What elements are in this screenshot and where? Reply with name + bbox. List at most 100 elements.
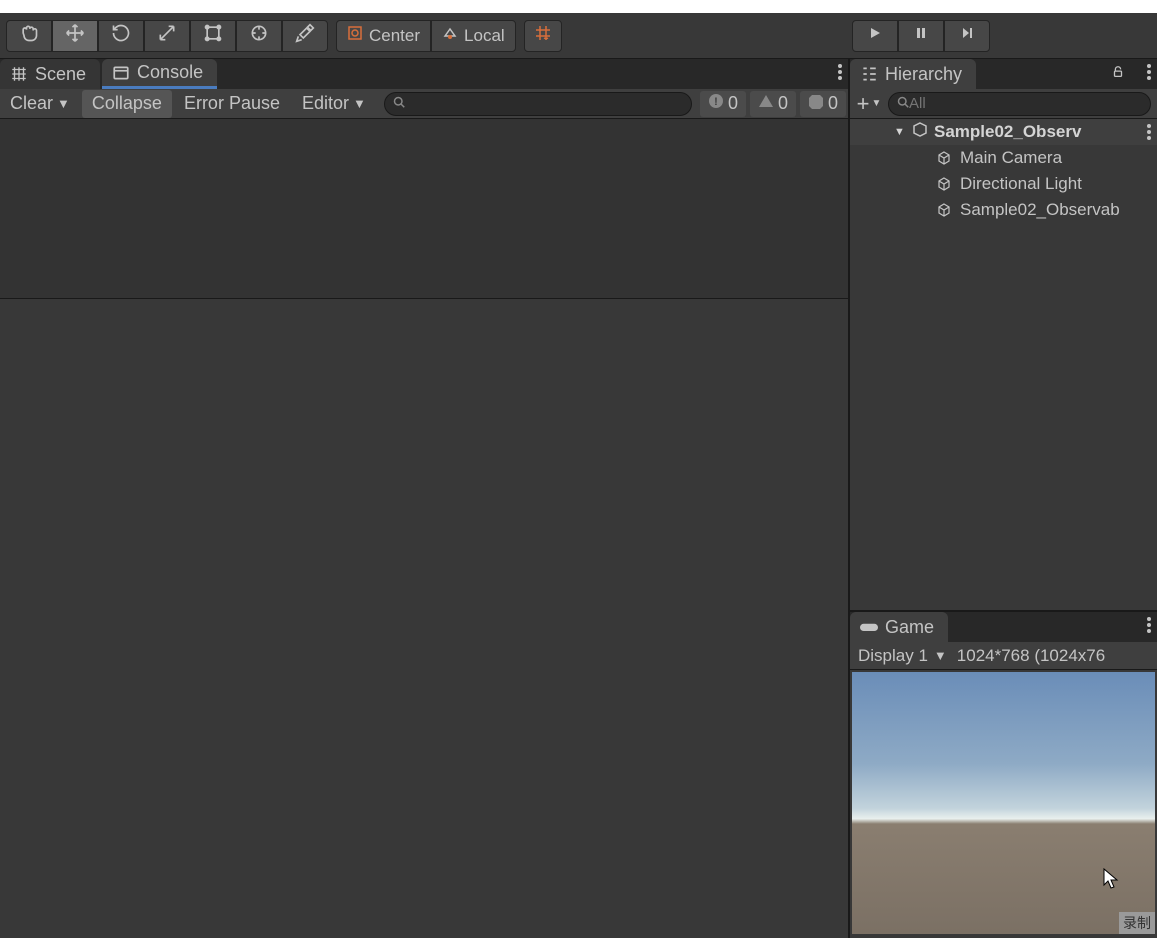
pivot-mode-button[interactable]: Center xyxy=(336,20,431,52)
kebab-icon xyxy=(1147,124,1151,140)
display-dropdown[interactable]: Display 1 ▼ xyxy=(858,646,947,666)
info-icon: ! xyxy=(708,93,724,114)
console-clear-button[interactable]: Clear ▼ xyxy=(0,90,80,118)
game-tabbar: Game xyxy=(850,612,1157,642)
tab-game-label: Game xyxy=(885,617,934,638)
game-viewport[interactable]: 录制 xyxy=(852,672,1155,934)
game-panel: Game Display 1 ▼ 1024*768 (1024x76 录制 xyxy=(850,610,1157,938)
foldout-arrow-icon[interactable]: ▼ xyxy=(894,126,905,138)
console-error-pause-toggle[interactable]: Error Pause xyxy=(174,90,290,118)
console-collapse-toggle[interactable]: Collapse xyxy=(82,90,172,118)
kebab-icon xyxy=(1147,64,1151,80)
gameobject-icon xyxy=(936,202,952,218)
console-error-count[interactable]: 0 xyxy=(800,91,846,117)
hierarchy-icon xyxy=(860,65,878,83)
handle-label: Local xyxy=(464,26,505,46)
tab-scene-label: Scene xyxy=(35,64,86,85)
display-label: Display 1 xyxy=(858,646,928,666)
hand-icon xyxy=(19,23,39,48)
panel-menu-button[interactable] xyxy=(838,64,842,80)
scale-icon xyxy=(157,23,177,48)
scene-item-menu xyxy=(1147,124,1151,140)
game-panel-menu[interactable] xyxy=(1147,617,1151,633)
game-toolbar: Display 1 ▼ 1024*768 (1024x76 xyxy=(850,642,1157,670)
hierarchy-item-label: Sample02_Observab xyxy=(960,200,1120,220)
scale-tool[interactable] xyxy=(144,20,190,52)
pivot-label: Center xyxy=(369,26,420,46)
grid-snap-button[interactable] xyxy=(524,20,562,52)
hierarchy-item[interactable]: Directional Light xyxy=(850,171,1157,197)
cursor-icon xyxy=(1102,867,1122,891)
play-button[interactable] xyxy=(852,20,898,52)
resolution-label: 1024*768 (1024x76 xyxy=(957,646,1105,666)
tab-scene[interactable]: Scene xyxy=(0,59,100,89)
scene-name: Sample02_Observ xyxy=(890,122,1157,142)
pause-icon xyxy=(914,26,928,45)
record-indicator: 录制 xyxy=(1119,912,1155,934)
plus-icon: + xyxy=(857,91,870,117)
warn-icon xyxy=(758,93,774,114)
move-icon xyxy=(65,23,85,48)
hand-tool[interactable] xyxy=(6,20,52,52)
svg-text:!: ! xyxy=(714,96,718,108)
pause-button[interactable] xyxy=(898,20,944,52)
kebab-icon xyxy=(838,64,842,80)
tab-game[interactable]: Game xyxy=(850,612,948,642)
console-toolbar: Clear ▼ Collapse Error Pause Editor ▼ !0… xyxy=(0,89,848,119)
console-editor-dropdown[interactable]: Editor ▼ xyxy=(292,90,376,118)
console-detail-pane[interactable] xyxy=(0,299,848,938)
tab-console[interactable]: Console xyxy=(102,59,217,89)
editor-label: Editor xyxy=(302,93,349,114)
transform-tool[interactable] xyxy=(236,20,282,52)
local-icon xyxy=(442,25,458,46)
rotate-icon xyxy=(111,23,131,48)
move-tool[interactable] xyxy=(52,20,98,52)
left-panel: Scene Console Clear ▼ Collapse Error Pau… xyxy=(0,59,850,938)
hierarchy-item[interactable]: Main Camera xyxy=(850,145,1157,171)
console-search[interactable] xyxy=(384,92,692,116)
error-count-value: 0 xyxy=(828,93,838,114)
menu-bar: File Edit Assets GameObject Component QF… xyxy=(0,0,1157,13)
hierarchy-scene-row[interactable]: ▼ Sample02_Observ xyxy=(850,119,1157,145)
hierarchy-item[interactable]: Sample02_Observab xyxy=(850,197,1157,223)
console-body xyxy=(0,119,848,938)
console-warn-count[interactable]: 0 xyxy=(750,91,796,117)
rotate-tool[interactable] xyxy=(98,20,144,52)
hierarchy-search[interactable] xyxy=(888,92,1151,116)
rect-tool[interactable] xyxy=(190,20,236,52)
play-icon xyxy=(868,26,882,45)
custom-tool[interactable] xyxy=(282,20,328,52)
toolbar: Center Local xyxy=(0,13,1157,59)
hierarchy-toolbar: +▼ xyxy=(850,89,1157,119)
hierarchy-tree[interactable]: ▼ Sample02_Observ Main Camera Directiona… xyxy=(850,119,1157,610)
center-icon xyxy=(347,25,363,46)
gameobject-icon xyxy=(936,150,952,166)
hierarchy-search-input[interactable] xyxy=(909,95,1142,112)
wrench-icon xyxy=(295,23,315,48)
console-search-input[interactable] xyxy=(405,95,683,112)
handle-rotation-button[interactable]: Local xyxy=(431,20,516,52)
lock-button[interactable] xyxy=(1111,65,1125,84)
resolution-dropdown[interactable]: 1024*768 (1024x76 xyxy=(957,646,1105,666)
chevron-down-icon: ▼ xyxy=(353,96,366,111)
console-icon xyxy=(112,64,130,82)
game-viewport-wrap: 录制 xyxy=(850,670,1157,938)
main-area: Scene Console Clear ▼ Collapse Error Pau… xyxy=(0,59,1157,938)
hierarchy-item-label: Main Camera xyxy=(960,148,1062,168)
clear-label: Clear xyxy=(10,93,53,114)
step-icon xyxy=(960,26,974,45)
tab-hierarchy[interactable]: Hierarchy xyxy=(850,59,976,89)
chevron-down-icon: ▼ xyxy=(871,98,881,109)
hierarchy-panel: Hierarchy +▼ ▼ Sample02_Observ xyxy=(850,59,1157,610)
tab-console-label: Console xyxy=(137,62,203,83)
hierarchy-tabbar: Hierarchy xyxy=(850,59,1157,89)
transform-icon xyxy=(249,23,269,48)
chevron-down-icon: ▼ xyxy=(934,648,947,663)
step-button[interactable] xyxy=(944,20,990,52)
console-info-count[interactable]: !0 xyxy=(700,91,746,117)
console-message-list[interactable] xyxy=(0,119,848,299)
chevron-down-icon: ▼ xyxy=(57,96,70,111)
hierarchy-create-button[interactable]: +▼ xyxy=(856,92,882,116)
tab-hierarchy-label: Hierarchy xyxy=(885,64,962,85)
hierarchy-panel-menu[interactable] xyxy=(1147,64,1151,80)
